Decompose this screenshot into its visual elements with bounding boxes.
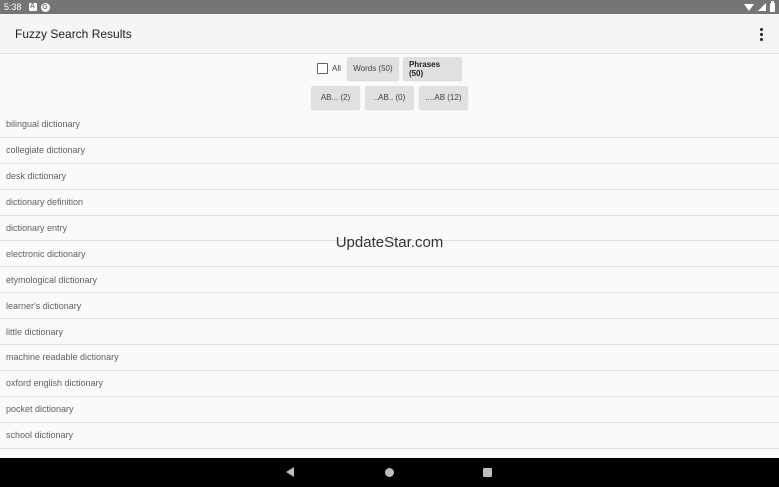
filter-row-position: AB... (2) ..AB.. (0) ....AB (12)	[0, 86, 779, 109]
notification-a-icon: A	[28, 3, 37, 11]
all-checkbox[interactable]	[317, 63, 329, 74]
list-item[interactable]: collegiate dictionary	[0, 138, 779, 164]
list-item[interactable]: machine readable dictionary	[0, 345, 779, 371]
home-icon[interactable]	[385, 468, 394, 477]
list-item[interactable]: electronic dictionary	[0, 241, 779, 268]
list-item[interactable]: school dictionary	[0, 423, 779, 449]
prefix-filter-button[interactable]: AB... (2)	[311, 86, 360, 109]
list-item[interactable]: oxford english dictionary	[0, 371, 779, 397]
menu-dot	[759, 32, 763, 36]
status-time: 5:38	[4, 2, 22, 12]
list-item[interactable]: pocket dictionary	[0, 397, 779, 423]
list-item[interactable]: desk dictionary	[0, 164, 779, 190]
list-item[interactable]: dictionary definition	[0, 190, 779, 216]
list-item[interactable]: dictionary entry	[0, 216, 779, 242]
list-item[interactable]: learner's dictionary	[0, 293, 779, 320]
page-title: Fuzzy Search Results	[15, 26, 132, 41]
status-bar: 5:38 A G	[0, 0, 779, 14]
status-right	[744, 0, 775, 12]
all-label: All	[332, 64, 341, 73]
menu-dot	[759, 37, 763, 41]
status-left: 5:38 A G	[4, 2, 50, 12]
result-list: bilingual dictionary collegiate dictiona…	[0, 112, 779, 458]
battery-icon	[770, 0, 775, 12]
notification-g-icon: G	[40, 2, 50, 12]
suffix-filter-button[interactable]: ....AB (12)	[419, 86, 468, 109]
filter-row-primary: All Words (50) Phrases (50)	[0, 57, 779, 80]
list-item[interactable]: etymological dictionary	[0, 267, 779, 294]
list-item[interactable]: little dictionary	[0, 319, 779, 346]
app-bar: Fuzzy Search Results	[0, 14, 779, 54]
phrases-filter-button[interactable]: Phrases (50)	[402, 57, 462, 80]
wifi-icon	[744, 3, 754, 11]
overflow-menu-icon[interactable]	[753, 24, 769, 44]
list-item[interactable]: bilingual dictionary	[0, 112, 779, 138]
recents-icon[interactable]	[483, 468, 492, 477]
infix-filter-button[interactable]: ..AB.. (0)	[365, 86, 414, 109]
menu-dot	[759, 27, 763, 31]
back-icon[interactable]	[286, 467, 294, 477]
words-filter-button[interactable]: Words (50)	[346, 57, 399, 80]
all-toggle[interactable]: All	[317, 63, 341, 74]
signal-icon	[758, 3, 766, 11]
navigation-bar	[0, 458, 779, 487]
